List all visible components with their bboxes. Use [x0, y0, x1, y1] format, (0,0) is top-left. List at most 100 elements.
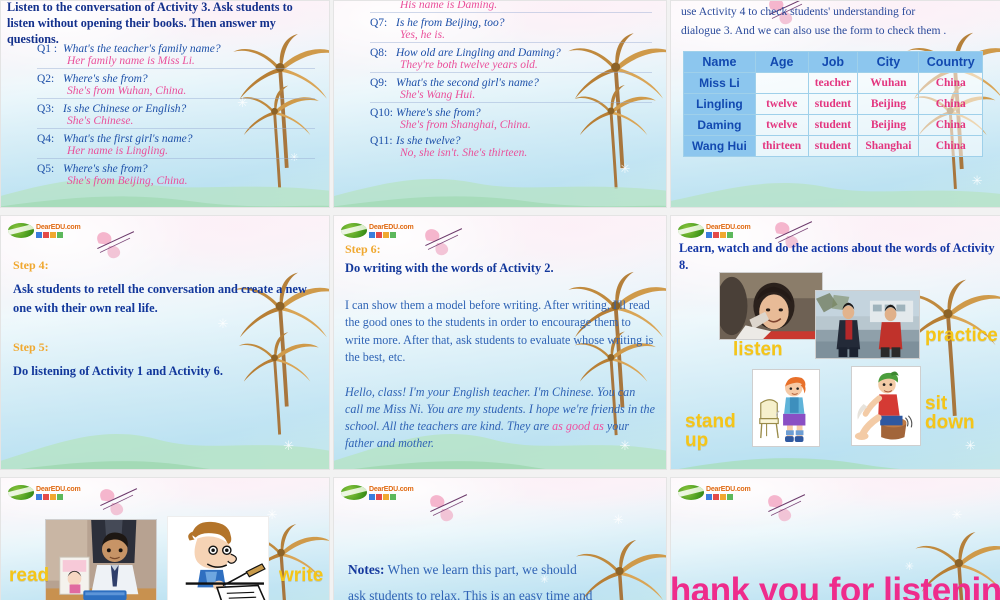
qa-question-text: Is he from Beijing, too? [396, 17, 505, 29]
logo-color-squares [36, 231, 80, 238]
cell-job: student [807, 135, 859, 157]
qa-number: Q9: [370, 77, 388, 89]
slide-thumbnail-7[interactable]: ✳ DearEDU.com read write [0, 477, 330, 600]
qa-answer: No, she isn't. She's thirteen. [400, 147, 528, 159]
word-label-practise: practice [925, 325, 998, 346]
cell-city: Wuhan [857, 72, 920, 94]
logo-brand-name: DearEDU.com [36, 485, 81, 493]
illustration-write [167, 516, 269, 600]
logo-square-blue [706, 493, 712, 500]
logo-brand-name: DearEDU.com [706, 485, 751, 493]
intro-line-2: dialogue 3. And we can also use the form… [681, 23, 947, 37]
logo-color-squares [369, 493, 413, 500]
slide-thumbnail-1[interactable]: ✳ ✳ Listen to the conversation of Activi… [0, 0, 330, 208]
cell-country: China [918, 135, 983, 157]
qa-answer: Her name is Lingling. [67, 145, 168, 157]
logo-square-green [727, 231, 733, 238]
cell-city: Beijing [857, 114, 920, 136]
slide-thumbnail-grid: ✳ ✳ Listen to the conversation of Activi… [0, 0, 1000, 600]
logo-brand-name: DearEDU.com [36, 223, 81, 231]
cell-name: Wang Hui [683, 135, 756, 157]
qa-number: Q1 : [37, 43, 58, 55]
thank-you-text: Thank you for listening! [670, 571, 1000, 600]
qa-question-text: What's the second girl's name? [396, 77, 539, 89]
notes-block: Notes: When we learn this part, we shoul… [348, 557, 660, 600]
divider [37, 98, 315, 99]
qa-question: Q9: What's the second girl's name? [370, 77, 652, 89]
word-label-listen: listen [733, 339, 783, 360]
slide-thumbnail-5[interactable]: ✳ DearEDU.com Step 6: Do writing with th… [333, 215, 667, 470]
table-header-row: Name Age Job City Country [683, 51, 983, 73]
word-label-read: read [9, 565, 50, 586]
divider [37, 68, 315, 69]
table-header-name: Name [683, 51, 756, 73]
photo-listen [719, 272, 823, 340]
cell-job: student [807, 93, 859, 115]
qa-number: Q4: [37, 133, 55, 145]
step-4-body: Ask students to retell the conversation … [13, 282, 307, 316]
logo-brand-name: DearEDU.com [369, 485, 414, 493]
dearedu-logo: DearEDU.com [341, 485, 414, 500]
qa-answer: She's Chinese. [67, 115, 134, 127]
qa-item: Q10: Where's she from? She's from Shangha… [370, 107, 652, 131]
table-header-city: City [857, 51, 920, 73]
dearedu-logo: DearEDU.com [8, 485, 81, 500]
slide-thumbnail-3[interactable]: ✳ use Activity 4 to check students' unde… [670, 0, 1000, 208]
logo-color-squares [36, 493, 80, 500]
cell-age: twelve [754, 114, 809, 136]
slide-thumbnail-9[interactable]: ✳ ✳ DearEDU.com Thank you for listening! [670, 477, 1000, 600]
step-5-label: Step 5: [13, 340, 49, 355]
qa-item: Q9: What's the second girl's name? She's … [370, 77, 652, 103]
step-4-label: Step 4: [13, 258, 49, 272]
qa-number: Q8: [370, 47, 388, 59]
slide-2-qa-list: His name is Daming. Q7: Is he from Beijin… [370, 1, 652, 163]
slide-thumbnail-6[interactable]: ✳ DearEDU.com Learn, watch and do the ac… [670, 215, 1000, 470]
logo-square-blue [369, 493, 375, 500]
qa-answer: She's Wang Hui. [400, 89, 476, 101]
qa-question-text: Where's she from? [63, 163, 148, 175]
qa-question: Q5: Where's she from? [37, 163, 315, 175]
notes-line-1-text: When we learn this part, we should [384, 561, 577, 577]
notes-line-1: Notes: When we learn this part, we shoul… [348, 557, 660, 583]
logo-text: DearEDU.com [369, 485, 414, 500]
logo-text: DearEDU.com [369, 223, 414, 238]
qa-number: Q2: [37, 73, 55, 85]
slide-1-heading: Listen to the conversation of Activity 3… [7, 0, 293, 47]
cell-country: China [918, 93, 983, 115]
logo-square-red [376, 231, 382, 238]
qa-answer: She's from Beijing, China. [67, 175, 188, 187]
logo-color-squares [369, 231, 413, 238]
logo-square-red [713, 493, 719, 500]
table-row: Daming twelve student Beijing China [683, 114, 983, 136]
qa-question: Q3: Is she Chinese or English? [37, 103, 315, 115]
qa-item: Q3: Is she Chinese or English? She's Chin… [37, 103, 315, 129]
logo-text: DearEDU.com [706, 224, 751, 238]
logo-square-blue [369, 231, 375, 238]
table-row: Lingling twelve student Beijing China [683, 93, 983, 115]
qa-number: Q7: [370, 17, 388, 29]
slide-thumbnail-4[interactable]: ✳ ✳ DearEDU.com Step 4: Ask students to … [0, 215, 330, 470]
logo-brand-name: DearEDU.com [369, 223, 414, 231]
qa-answer: Her family name is Miss Li. [67, 55, 195, 67]
logo-square-green [57, 231, 63, 238]
qa-item: Q8: How old are Lingling and Daming? They… [370, 47, 652, 73]
step-6-sample-text: Hello, class! I'm your English teacher. … [345, 384, 656, 453]
slide-3-intro: use Activity 4 to check students' unders… [681, 3, 997, 41]
cell-name: Lingling [683, 93, 756, 115]
slide-thumbnail-2[interactable]: ✳ His name is Daming. Q7: Is he from Beij… [333, 0, 667, 208]
qa-question: Q1 : What's the teacher's family name? [37, 43, 315, 55]
student-info-table: Name Age Job City Country Miss Li teache… [683, 51, 983, 157]
divider [370, 72, 652, 73]
slide-thumbnail-8[interactable]: ✳ ✳ DearEDU.com Notes: When we learn thi… [333, 477, 667, 600]
qa-question: Q8: How old are Lingling and Daming? [370, 47, 652, 59]
photo-practise [815, 290, 920, 359]
qa-question-text: Where's she from? [396, 107, 481, 119]
logo-square-orange [720, 493, 726, 500]
table-header-job: Job [807, 51, 859, 73]
dearedu-logo: DearEDU.com [341, 223, 414, 238]
logo-color-squares [706, 231, 750, 238]
qa-question: Q7: Is he from Beijing, too? [370, 17, 652, 29]
qa-question: Q11: Is she twelve? [370, 135, 652, 147]
qa-number: Q10: [370, 107, 393, 119]
cell-job: student [807, 114, 859, 136]
